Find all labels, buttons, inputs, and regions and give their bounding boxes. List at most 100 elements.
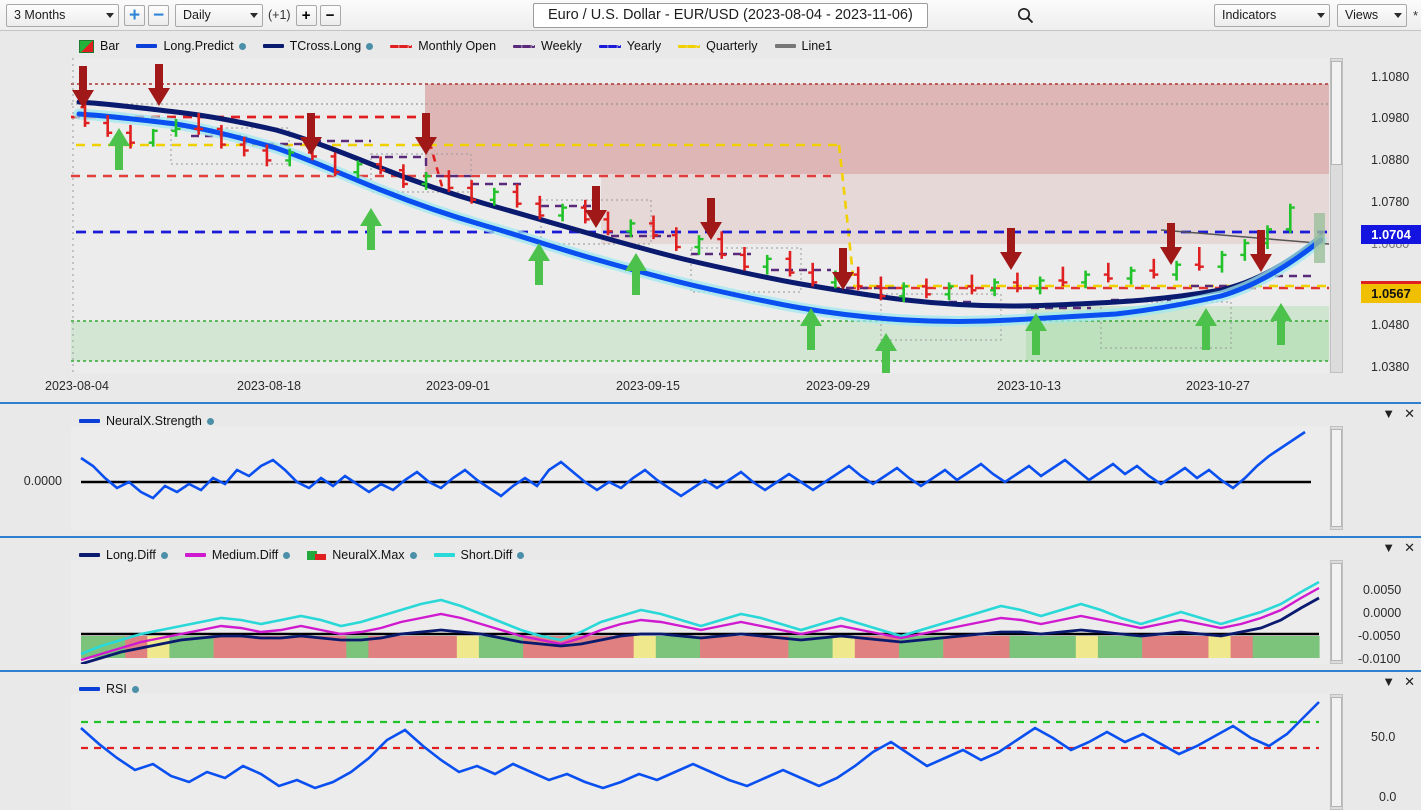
legend-item[interactable]: NeuralX.Strength (79, 414, 214, 428)
settings-dot-icon[interactable] (517, 551, 525, 559)
chevron-down-icon (106, 12, 114, 18)
legend-item[interactable]: Quarterly (678, 39, 758, 53)
diff-tick: -0.0100 (1358, 652, 1401, 666)
range-increase-button[interactable]: + (124, 4, 145, 26)
search-icon[interactable] (1012, 2, 1038, 28)
legend-label: NeuralX.Strength (106, 414, 202, 428)
neuralx-zero-label: 0.0000 (23, 474, 62, 488)
views-modified-indicator: * (1412, 7, 1418, 23)
symbol-title-field[interactable]: Euro / U.S. Dollar - EUR/USD (2023-08-04… (533, 2, 928, 28)
price-tick: 1.0880 (1371, 153, 1410, 167)
main-chart-legend: Bar Long.Predict TCross.Long Monthly Open We… (79, 39, 849, 53)
line-swatch-icon (262, 44, 284, 48)
line-swatch-icon (184, 553, 206, 557)
neuralx-strength-panel: ▼ ✕ NeuralX.Strength 0.0000 (0, 402, 1421, 534)
settings-dot-icon[interactable] (160, 551, 168, 559)
date-tick: 2023-09-01 (426, 379, 490, 393)
interval-increase-button[interactable]: + (295, 4, 317, 26)
rsi-panel: ▼ ✕ RSI 50.0 0.0 (0, 670, 1421, 810)
dash-swatch-icon (390, 44, 413, 48)
legend-label: Bar (100, 39, 120, 53)
rsi-vertical-scrollbar[interactable] (1330, 694, 1343, 810)
panel-controls: ▼ ✕ (1382, 675, 1415, 688)
rsi-tick: 50.0 (1371, 730, 1396, 744)
legend-label: Line1 (801, 39, 833, 53)
close-icon[interactable]: ✕ (1404, 541, 1415, 554)
neuralx-strength-legend: NeuralX.Strength (79, 414, 231, 428)
line-swatch-icon (433, 553, 455, 557)
scrollbar-thumb[interactable] (1331, 563, 1342, 661)
neuralx-strength-svg (71, 426, 1329, 530)
main-price-plot[interactable] (71, 58, 1329, 373)
collapse-icon[interactable]: ▼ (1382, 541, 1395, 554)
legend-item[interactable]: NeuralX.Max (307, 548, 417, 562)
legend-item[interactable]: Monthly Open (390, 39, 496, 53)
line-swatch-icon (79, 687, 100, 691)
legend-item[interactable]: TCross.Long (262, 39, 374, 53)
scrollbar-thumb[interactable] (1331, 429, 1342, 527)
price-tick: 1.0480 (1371, 318, 1410, 332)
date-tick: 2023-09-15 (616, 379, 680, 393)
settings-dot-icon[interactable] (409, 551, 417, 559)
diff-svg (71, 560, 1329, 664)
close-icon[interactable]: ✕ (1404, 675, 1415, 688)
legend-item[interactable]: Long.Predict (136, 39, 246, 53)
interval-decrease-button[interactable]: − (319, 4, 341, 26)
legend-label: Weekly (541, 39, 582, 53)
secondary-price-badge: 1.0567 (1361, 281, 1421, 303)
line-swatch-icon (136, 44, 158, 48)
legend-item[interactable]: RSI (79, 682, 139, 696)
scrollbar-thumb[interactable] (1331, 61, 1342, 165)
legend-label: Short.Diff (460, 548, 513, 562)
date-tick: 2023-08-18 (237, 379, 301, 393)
settings-dot-icon[interactable] (238, 42, 246, 50)
range-decrease-button[interactable]: − (148, 4, 169, 26)
bar-swatch-icon (79, 39, 94, 53)
legend-item[interactable]: Long.Diff (79, 548, 168, 562)
line-swatch-icon (79, 553, 100, 557)
diff-tick: -0.0050 (1358, 629, 1401, 643)
neuralx-vertical-scrollbar[interactable] (1330, 426, 1343, 530)
price-tick: 1.1080 (1371, 70, 1410, 84)
diff-plot[interactable] (71, 560, 1329, 664)
panel-controls: ▼ ✕ (1382, 541, 1415, 554)
range-select[interactable]: 3 Months (6, 3, 119, 27)
page-title: Euro / U.S. Dollar - EUR/USD (2023-08-04… (548, 7, 913, 23)
dash-swatch-icon (678, 44, 701, 48)
collapse-icon[interactable]: ▼ (1382, 407, 1395, 420)
legend-item[interactable]: Yearly (598, 39, 662, 53)
plus-icon: + (301, 6, 311, 24)
legend-item[interactable]: Medium.Diff (184, 548, 291, 562)
close-icon[interactable]: ✕ (1404, 407, 1415, 420)
price-chart-svg (71, 58, 1329, 373)
legend-item[interactable]: Short.Diff (433, 548, 525, 562)
chevron-down-icon (1394, 12, 1402, 18)
collapse-icon[interactable]: ▼ (1382, 675, 1395, 688)
current-price-badge: 1.0704 (1361, 225, 1421, 244)
dash-swatch-icon (513, 44, 536, 48)
diff-vertical-scrollbar[interactable] (1330, 560, 1343, 664)
neuralx-swatch-icon (307, 550, 327, 560)
rsi-plot[interactable] (71, 694, 1329, 810)
neuralx-strength-plot[interactable] (71, 426, 1329, 530)
indicators-select[interactable]: Indicators (1214, 3, 1330, 27)
diff-panel-legend: Long.Diff Medium.Diff NeuralX.Max Short.Dif… (79, 548, 541, 562)
views-select[interactable]: Views (1337, 3, 1407, 27)
chevron-down-icon (1317, 12, 1325, 18)
settings-dot-icon[interactable] (131, 685, 139, 693)
diff-tick: 0.0050 (1363, 583, 1402, 597)
date-tick: 2023-10-13 (997, 379, 1061, 393)
legend-item[interactable]: Weekly (513, 39, 582, 53)
scrollbar-thumb[interactable] (1331, 697, 1342, 807)
settings-dot-icon[interactable] (366, 42, 374, 50)
price-vertical-scrollbar[interactable] (1330, 58, 1343, 373)
legend-label: Yearly (626, 39, 662, 53)
settings-dot-icon[interactable] (206, 417, 214, 425)
legend-item[interactable]: Bar (79, 39, 119, 53)
interval-select[interactable]: Daily (175, 3, 263, 27)
date-tick: 2023-08-04 (45, 379, 109, 393)
price-tick: 1.0380 (1371, 360, 1410, 374)
interval-offset-label: (+1) (268, 8, 291, 22)
settings-dot-icon[interactable] (283, 551, 291, 559)
legend-item[interactable]: Line1 (774, 39, 833, 53)
